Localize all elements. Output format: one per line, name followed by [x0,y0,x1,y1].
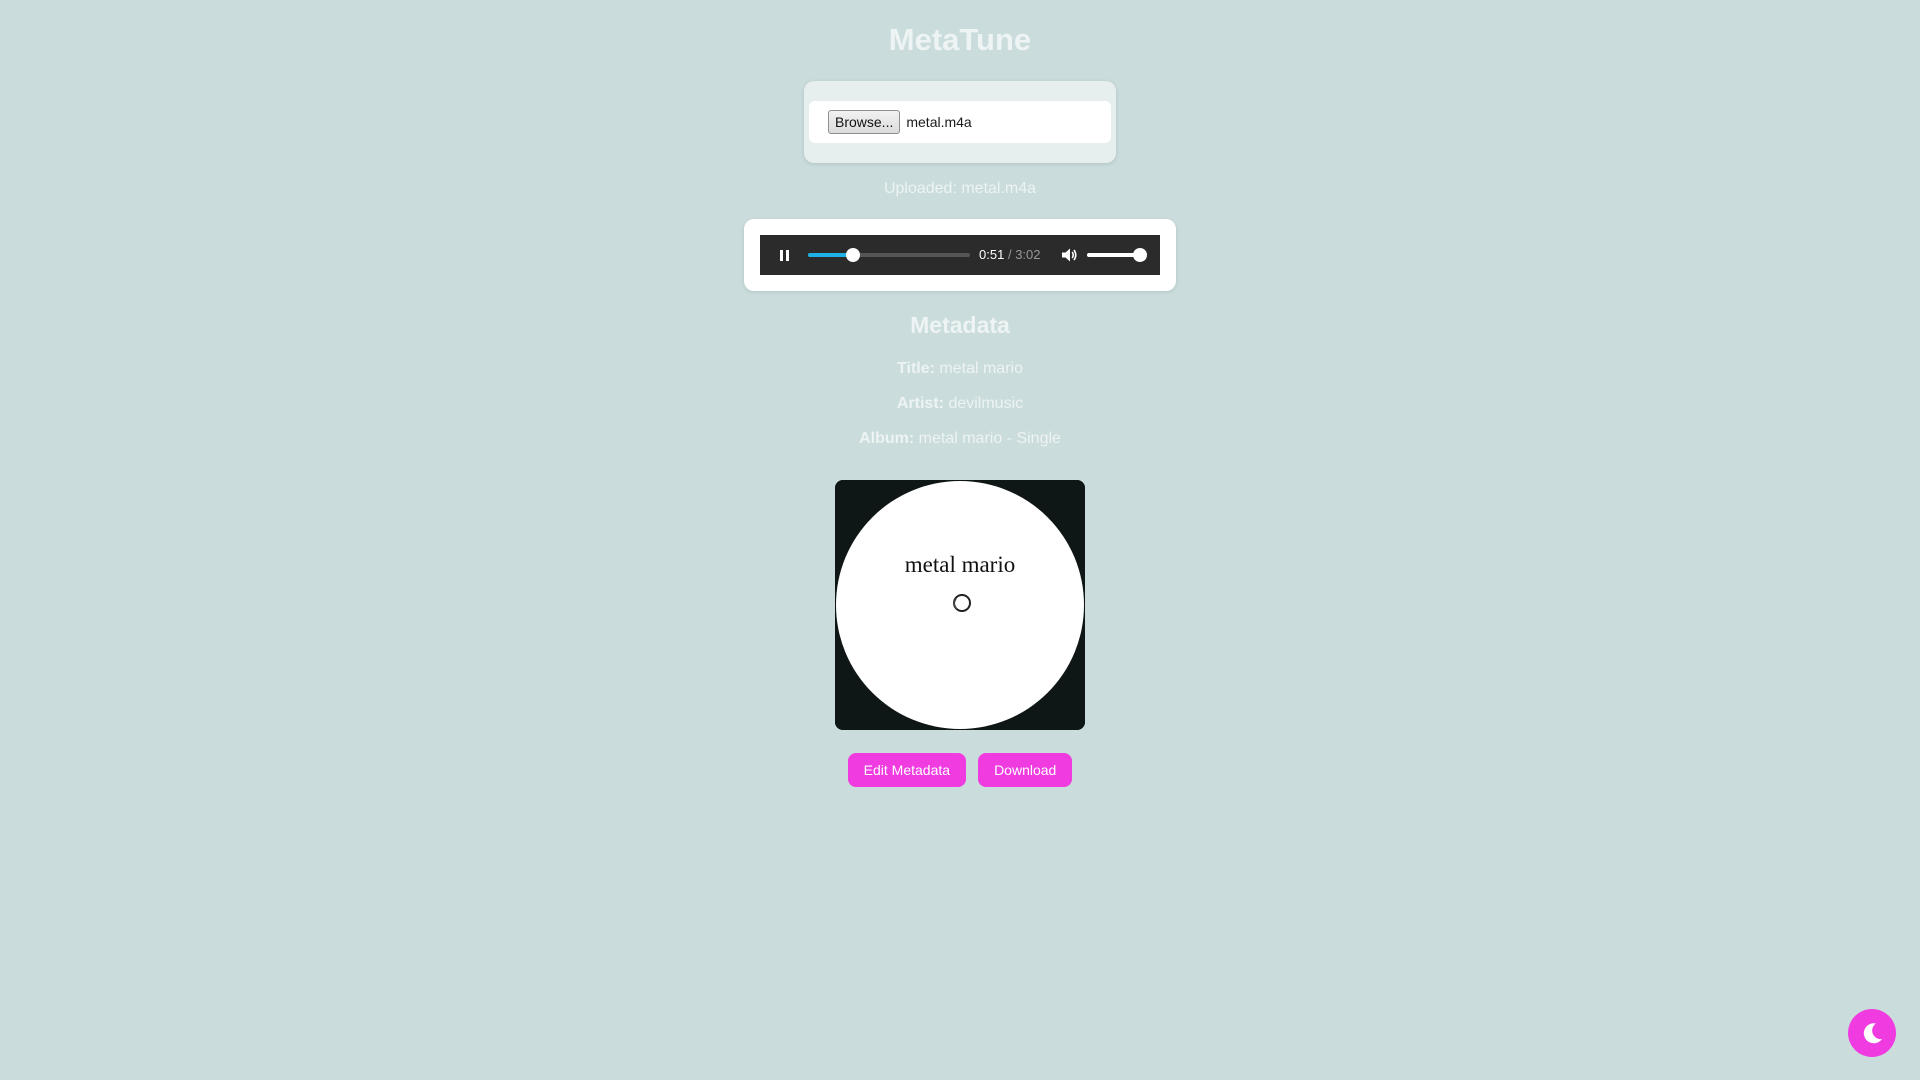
current-time: 0:51 [979,247,1005,262]
artist-value: devilmusic [948,395,1024,412]
download-button[interactable]: Download [978,753,1073,787]
time-display: 0:51 / 3:02 [979,247,1041,263]
album-cover: metal mario [835,480,1085,730]
metadata-album-row: Album: metal mario - Single [0,429,1920,449]
moon-icon [1863,1023,1882,1044]
audio-player-card: 0:51 / 3:02 [744,219,1176,291]
duration: 3:02 [1015,247,1041,262]
theme-toggle-button[interactable] [1848,1009,1896,1057]
album-label: Album: [859,430,915,447]
metadata-heading: Metadata [910,312,1010,338]
vinyl-record-art [835,480,1085,730]
title-label: Title: [897,360,935,377]
artist-label: Artist: [896,395,944,412]
file-input[interactable]: Browse... metal.m4a [809,101,1111,143]
pause-button[interactable] [774,245,794,265]
cover-text: metal mario [904,552,1016,577]
time-separator: / [1007,247,1012,262]
volume-icon[interactable] [1059,245,1079,265]
pause-icon [779,249,783,261]
app-title: MetaTune [888,22,1032,57]
album-value: metal mario - Single [918,430,1061,447]
volume-slider[interactable] [1087,248,1148,262]
action-buttons: Edit Metadata Download [0,753,1920,787]
selected-file-name: metal.m4a [906,114,972,130]
upload-card: Browse... metal.m4a [804,81,1116,163]
uploaded-status: Uploaded: metal.m4a [0,178,1920,200]
title-value: metal mario [939,360,1023,377]
metadata-title-row: Title: metal mario [0,359,1920,379]
metadata-artist-row: Artist: devilmusic [0,394,1920,414]
audio-player: 0:51 / 3:02 [760,235,1160,275]
browse-button[interactable]: Browse... [828,110,901,134]
uploaded-file: metal.m4a [961,180,1037,197]
seek-handle[interactable] [846,248,861,262]
seek-slider[interactable] [808,248,970,262]
volume-handle[interactable] [1133,248,1148,262]
app-root: MetaTune Browse... metal.m4a Uploaded: m… [0,0,1920,1080]
edit-metadata-button[interactable]: Edit Metadata [847,753,967,787]
uploaded-prefix: Uploaded: [883,180,957,197]
